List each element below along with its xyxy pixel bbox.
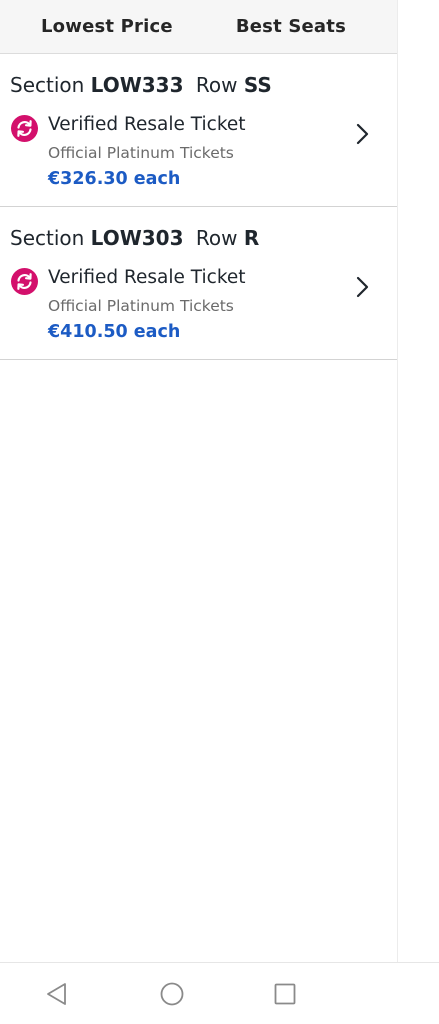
row-value: R [243, 226, 260, 250]
resale-icon [11, 115, 38, 142]
ticket-type: Verified Resale Ticket [48, 114, 246, 135]
ticket-listing[interactable]: Section LOW333 Row SS Verified Resale Ti… [0, 54, 397, 207]
row-prefix: Row [195, 73, 238, 97]
app-screen: Lowest Price Best Seats Section LOW333 R… [0, 0, 398, 962]
ticket-price: €410.50 each [48, 322, 181, 342]
ticket-type: Verified Resale Ticket [48, 267, 246, 288]
resale-icon [11, 268, 38, 295]
section-prefix: Section [10, 73, 85, 97]
listing-title: Section LOW303 Row R [10, 226, 259, 250]
system-nav-bar [0, 962, 439, 1024]
listing-title: Section LOW333 Row SS [10, 73, 272, 97]
chevron-right-icon[interactable] [353, 121, 371, 147]
tab-best-seats[interactable]: Best Seats [236, 16, 346, 37]
seller-name: Official Platinum Tickets [48, 144, 234, 162]
ticket-listing[interactable]: Section LOW303 Row R Verified Resale Tic… [0, 207, 397, 360]
row-prefix: Row [195, 226, 238, 250]
recent-square-icon[interactable] [272, 981, 298, 1007]
section-prefix: Section [10, 226, 85, 250]
section-value: LOW333 [90, 73, 184, 97]
sort-tabs: Lowest Price Best Seats [0, 0, 397, 54]
tab-lowest-price[interactable]: Lowest Price [41, 16, 173, 37]
home-circle-icon[interactable] [159, 981, 185, 1007]
seller-name: Official Platinum Tickets [48, 297, 234, 315]
side-panel-edge [399, 0, 439, 962]
ticket-price: €326.30 each [48, 169, 181, 189]
row-value: SS [243, 73, 272, 97]
back-triangle-icon[interactable] [44, 981, 70, 1007]
chevron-right-icon[interactable] [353, 274, 371, 300]
section-value: LOW303 [90, 226, 184, 250]
